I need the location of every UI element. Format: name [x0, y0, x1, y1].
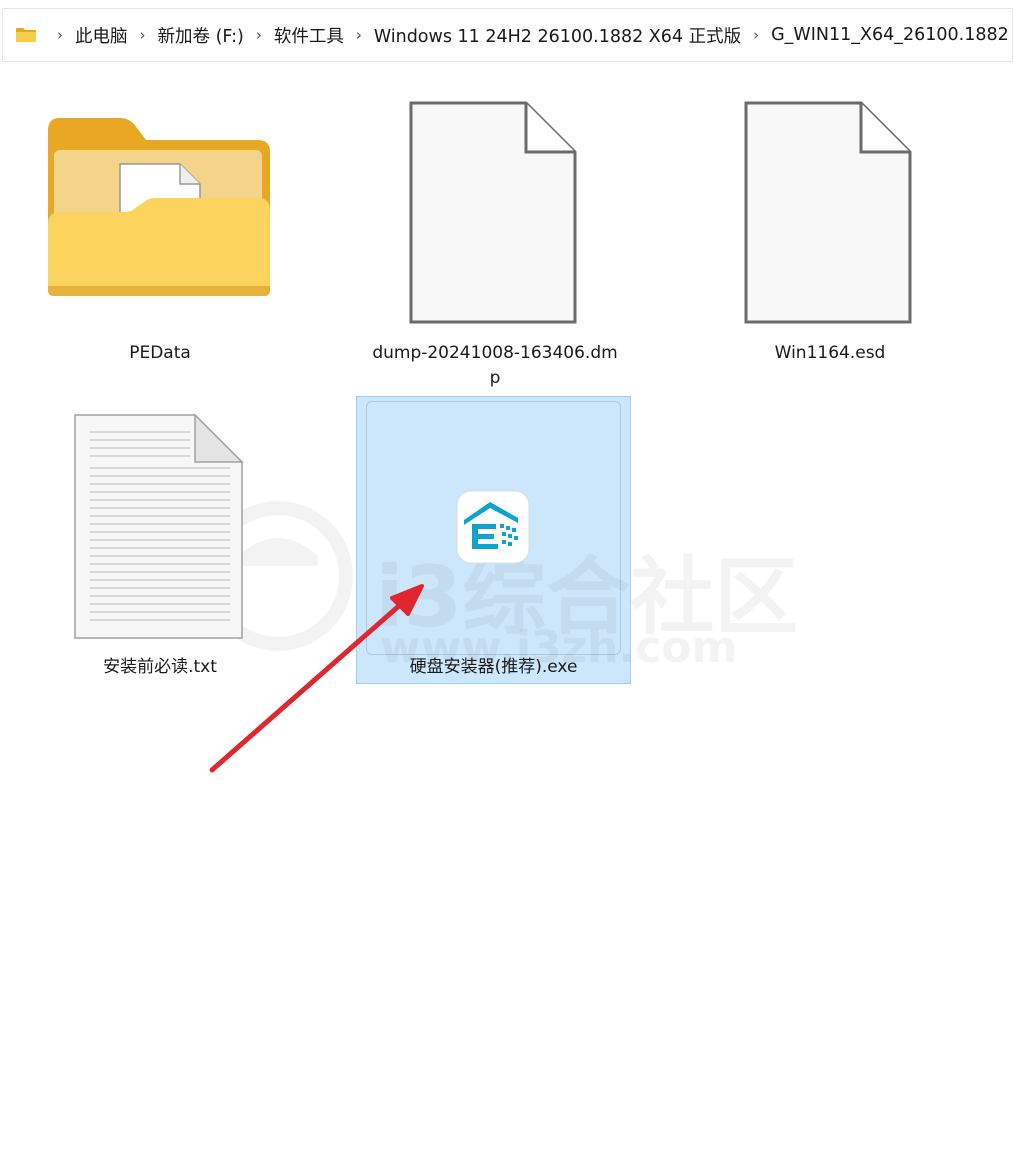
file-item-win1164-esd[interactable]: Win1164.esd: [700, 100, 960, 380]
breadcrumb-item-this-pc[interactable]: 此电脑: [73, 23, 130, 48]
chevron-right-icon: ›: [255, 26, 262, 44]
blank-file-icon: [409, 101, 577, 324]
file-item-installer-exe[interactable]: 硬盘安装器(推荐).exe: [356, 396, 631, 684]
file-item-dump[interactable]: dump-20241008-163406.dm p: [360, 100, 630, 390]
file-name: PEData: [129, 343, 191, 363]
chevron-right-icon: ›: [139, 26, 146, 44]
folder-icon: [16, 28, 36, 42]
breadcrumb-item-current-folder[interactable]: G_WIN11_X64_26100.1882: [769, 25, 1011, 45]
breadcrumb-item-windows-release[interactable]: Windows 11 24H2 26100.1882 X64 正式版: [372, 23, 743, 48]
breadcrumb-item-tools[interactable]: 软件工具: [272, 23, 346, 48]
file-name-line-2: p: [489, 368, 501, 388]
text-file-icon: [74, 413, 244, 639]
folder-icon: [48, 118, 270, 296]
file-item-readme-txt[interactable]: 安装前必读.txt: [40, 412, 280, 692]
file-name: 安装前必读.txt: [103, 657, 217, 677]
chevron-right-icon: ›: [355, 26, 362, 44]
breadcrumb-item-drive[interactable]: 新加卷 (F:): [156, 23, 246, 48]
chevron-right-icon: ›: [57, 26, 63, 44]
file-name: 硬盘安装器(推荐).exe: [409, 657, 578, 677]
address-bar[interactable]: › 此电脑 › 新加卷 (F:) › 软件工具 › Windows 11 24H…: [2, 8, 1013, 62]
file-name: Win1164.esd: [774, 343, 886, 363]
blank-file-icon: [744, 101, 912, 324]
installer-app-icon: [456, 490, 530, 564]
chevron-right-icon: ›: [753, 26, 760, 44]
file-name-line-1: dump-20241008-163406.dm: [372, 343, 618, 363]
file-item-pedata[interactable]: PEData: [40, 100, 280, 380]
